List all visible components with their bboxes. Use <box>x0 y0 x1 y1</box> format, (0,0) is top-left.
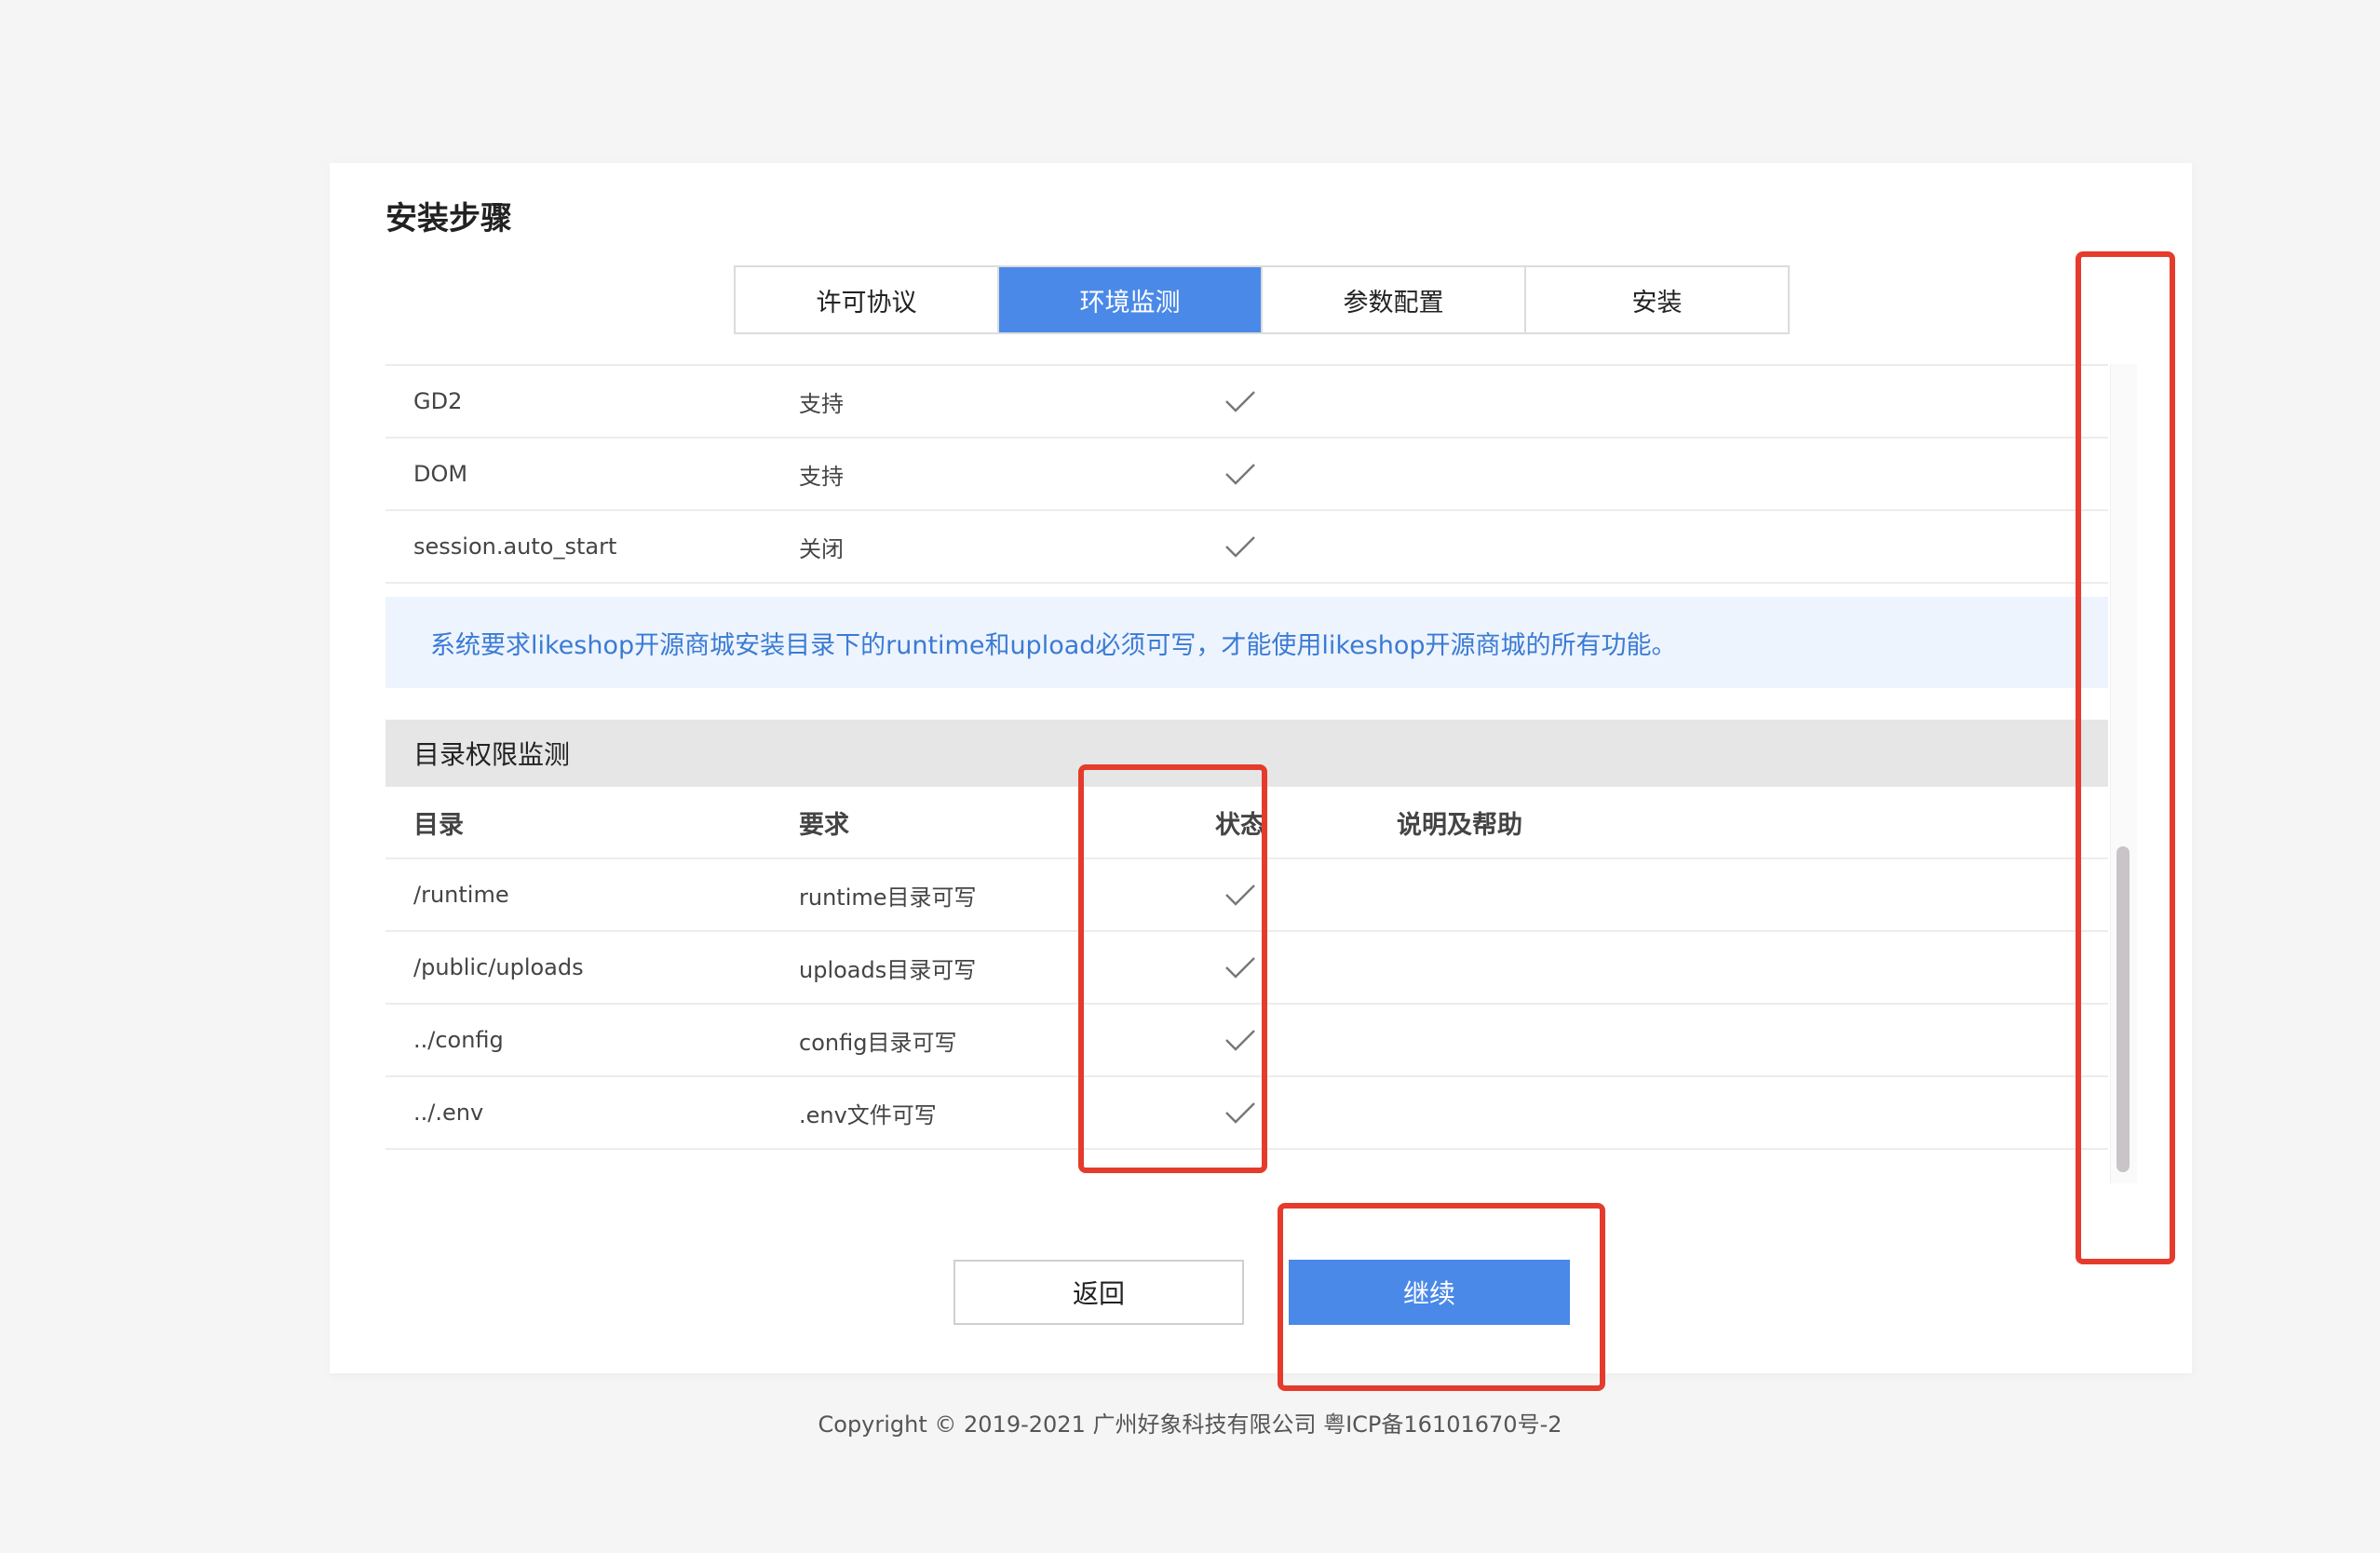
table-row: ../.env .env文件可写 <box>385 1077 2108 1150</box>
step-install[interactable]: 安装 <box>1526 267 1788 332</box>
column-header-directory: 目录 <box>413 810 464 840</box>
env-item-name: DOM <box>413 461 468 487</box>
directory-path: /runtime <box>413 882 509 908</box>
install-card: 安装步骤 许可协议 环境监测 参数配置 安装 GD2 支持 DOM 支持 ses… <box>330 163 2192 1373</box>
env-item-value: 关闭 <box>799 535 844 562</box>
env-item-name: GD2 <box>413 388 463 414</box>
table-row: /runtime runtime目录可写 <box>385 859 2108 932</box>
environment-table: GD2 支持 DOM 支持 session.auto_start 关闭 <box>385 364 2108 584</box>
install-steps: 许可协议 环境监测 参数配置 安装 <box>734 265 1790 334</box>
table-row: /public/uploads uploads目录可写 <box>385 932 2108 1005</box>
directory-path: ../config <box>413 1027 504 1053</box>
back-button[interactable]: 返回 <box>953 1260 1244 1325</box>
check-icon <box>1184 1100 1296 1126</box>
check-icon <box>1184 1027 1296 1053</box>
permission-notice: 系统要求likeshop开源商城安装目录下的runtime和upload必须可写… <box>385 597 2108 688</box>
directory-path: ../.env <box>413 1100 484 1126</box>
directory-requirement: uploads目录可写 <box>799 956 977 983</box>
env-item-value: 支持 <box>799 463 844 490</box>
check-icon <box>1184 954 1296 980</box>
directory-requirement: config目录可写 <box>799 1029 957 1056</box>
env-item-value: 支持 <box>799 390 844 417</box>
table-row: ../config config目录可写 <box>385 1005 2108 1077</box>
table-header-row: 目录 要求 状态 说明及帮助 <box>385 787 2108 859</box>
step-parameter-config[interactable]: 参数配置 <box>1263 267 1526 332</box>
footer-copyright: Copyright © 2019-2021 广州好象科技有限公司 粤ICP备16… <box>818 1411 1562 1438</box>
scrollbar-thumb[interactable] <box>2116 846 2130 1172</box>
column-header-requirement: 要求 <box>799 810 849 840</box>
check-icon <box>1184 461 1296 487</box>
section-title: 目录权限监测 <box>385 720 2108 787</box>
table-row: session.auto_start 关闭 <box>385 511 2108 584</box>
vertical-scrollbar[interactable] <box>2110 364 2137 1183</box>
check-icon <box>1184 388 1296 414</box>
continue-button[interactable]: 继续 <box>1289 1260 1570 1325</box>
table-row: DOM 支持 <box>385 439 2108 511</box>
page-title: 安装步骤 <box>385 200 512 237</box>
column-header-help: 说明及帮助 <box>1397 810 1522 840</box>
environment-scroll-area[interactable]: GD2 支持 DOM 支持 session.auto_start 关闭 系统要求… <box>385 364 2108 1183</box>
step-environment-check[interactable]: 环境监测 <box>999 267 1263 332</box>
step-license[interactable]: 许可协议 <box>736 267 999 332</box>
directory-path: /public/uploads <box>413 954 584 980</box>
check-icon <box>1184 533 1296 560</box>
directory-permission-table: 目录权限监测 目录 要求 状态 说明及帮助 /runtime runtime目录… <box>385 720 2108 1150</box>
table-row: GD2 支持 <box>385 366 2108 439</box>
check-icon <box>1184 882 1296 908</box>
env-item-name: session.auto_start <box>413 533 617 560</box>
column-header-status: 状态 <box>1215 810 1265 840</box>
directory-requirement: runtime目录可写 <box>799 884 977 911</box>
page-canvas: 安装步骤 许可协议 环境监测 参数配置 安装 GD2 支持 DOM 支持 ses… <box>0 0 2380 1553</box>
directory-requirement: .env文件可写 <box>799 1101 937 1128</box>
